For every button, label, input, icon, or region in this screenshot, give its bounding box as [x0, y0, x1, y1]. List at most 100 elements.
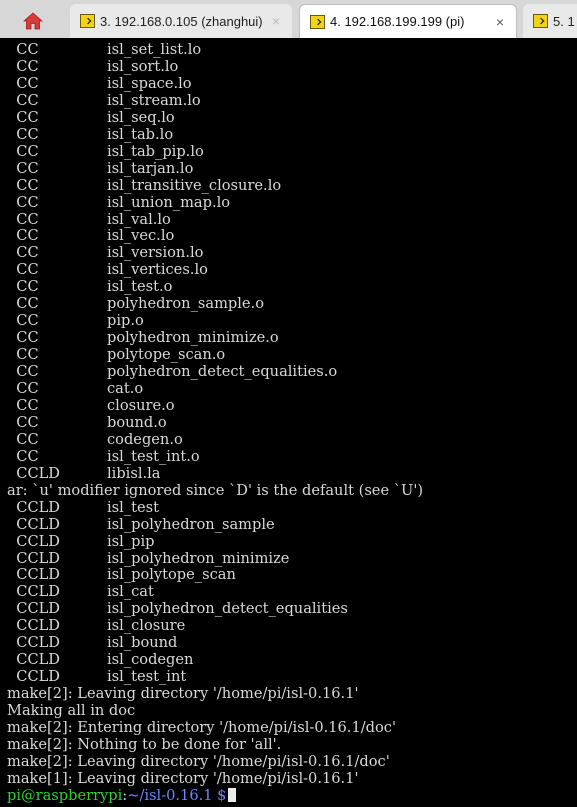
line-text: CC [7, 176, 39, 194]
line-filename: isl_polyhedron_detect_equalities [107, 600, 348, 618]
line-text: CCLD [7, 617, 61, 635]
home-tab[interactable] [4, 4, 62, 38]
line-filename: isl_test_int.o [107, 447, 200, 465]
line-text: CC [7, 295, 39, 313]
line-text: CCLD [7, 498, 61, 516]
line-filename: isl_seq.lo [107, 108, 175, 126]
line-text: CC [7, 312, 39, 330]
line-text: CC [7, 329, 39, 347]
line-filename: isl_polyhedron_sample [107, 515, 275, 533]
line-text: CCLD [7, 651, 61, 669]
line-text: CC [7, 380, 39, 397]
line-filename: isl_sort.lo [107, 57, 179, 75]
line-text: CCLD [7, 464, 61, 482]
line-text: CC [7, 125, 39, 143]
line-filename: isl_cat [107, 583, 154, 601]
line-filename: cat.o [107, 380, 144, 397]
line-text: CCLD [7, 532, 61, 550]
line-text: CC [7, 363, 39, 381]
line-filename: isl_vertices.lo [107, 261, 208, 279]
terminal-icon [310, 14, 325, 29]
line-filename: isl_codegen [107, 651, 194, 669]
tab-session-5[interactable]: 5. 1 [523, 4, 577, 38]
tab-label: 4. 192.168.199.199 (pi) [330, 14, 465, 29]
tab-label: 5. 1 [553, 13, 575, 29]
terminal-line: make[2]: Leaving directory '/home/pi/isl… [7, 753, 390, 770]
prompt-user: pi@raspberrypi [7, 786, 123, 804]
line-text: CC [7, 346, 39, 364]
line-text: CC [7, 159, 39, 177]
terminal-line: make[1]: Leaving directory '/home/pi/isl… [7, 770, 359, 787]
terminal-line: make[2]: Leaving directory '/home/pi/isl… [7, 685, 359, 702]
terminal-line: Making all in doc [7, 702, 135, 719]
line-filename: isl_polyhedron_minimize [107, 549, 290, 567]
line-text: ar: `u' modifier ignored since `D' is th… [7, 481, 424, 499]
line-filename: pip.o [107, 312, 144, 330]
line-text: Making all in doc [7, 702, 136, 720]
line-filename: isl_set_list.lo [107, 41, 202, 58]
line-text: CC [7, 413, 39, 431]
line-text: CC [7, 74, 39, 92]
line-text: CCLD [7, 515, 61, 533]
tab-session-3[interactable]: 3. 192.168.0.105 (zhanghui) × [70, 4, 292, 38]
line-filename: libisl.la [107, 464, 161, 482]
line-text: CC [7, 261, 39, 279]
line-text: CC [7, 142, 39, 160]
line-text: CC [7, 244, 39, 262]
terminal-icon [533, 14, 548, 28]
terminal-line: make[2]: Nothing to be done for 'all'. [7, 736, 281, 753]
line-text: CC [7, 447, 39, 465]
tab-session-4[interactable]: 4. 192.168.199.199 (pi) × [299, 4, 517, 38]
line-filename: isl_bound [107, 634, 178, 652]
close-icon[interactable]: × [272, 13, 280, 29]
line-text: make[2]: Leaving directory '/home/pi/isl… [7, 685, 359, 703]
line-text: CCLD [7, 600, 61, 618]
line-filename: isl_test.o [107, 278, 173, 296]
line-filename: polyhedron_detect_equalities.o [107, 363, 338, 381]
line-text: make[2]: Leaving directory '/home/pi/isl… [7, 752, 390, 770]
line-text: make[1]: Leaving directory '/home/pi/isl… [7, 769, 359, 787]
line-text: CCLD [7, 549, 61, 567]
line-filename: polyhedron_sample.o [107, 295, 264, 313]
line-text: CC [7, 108, 39, 126]
line-filename: isl_union_map.lo [107, 193, 231, 211]
prompt-path: ~/isl-0.16.1 $ [127, 786, 227, 804]
terminal-line: ar: `u' modifier ignored since `D' is th… [7, 482, 423, 499]
line-filename: closure.o [107, 396, 175, 414]
terminal-line: make[2]: Entering directory '/home/pi/is… [7, 719, 396, 736]
tab-bar: 3. 192.168.0.105 (zhanghui) × 4. 192.168… [0, 0, 577, 38]
line-filename: isl_tarjan.lo [107, 159, 194, 177]
line-filename: isl_stream.lo [107, 91, 201, 109]
line-filename: codegen.o [107, 430, 183, 448]
line-text: CC [7, 396, 39, 414]
line-filename: isl_test [107, 498, 159, 516]
line-filename: polytope_scan.o [107, 346, 226, 364]
line-filename: isl_polytope_scan [107, 566, 236, 584]
line-filename: isl_space.lo [107, 74, 192, 92]
line-text: make[2]: Nothing to be done for 'all'. [7, 735, 282, 753]
line-text: CC [7, 227, 39, 245]
tab-label: 3. 192.168.0.105 (zhanghui) [100, 13, 263, 29]
line-filename: polyhedron_minimize.o [107, 329, 279, 347]
line-filename: isl_tab.lo [107, 125, 174, 143]
line-filename: bound.o [107, 413, 167, 431]
line-text: CC [7, 210, 39, 228]
terminal-output[interactable]: CC isl_set_list.lo CC isl_sort.lo CC isl_sp… [0, 38, 577, 807]
line-filename: isl_test_int [107, 668, 187, 686]
line-text: CC [7, 278, 39, 296]
close-icon[interactable]: × [496, 14, 504, 30]
text-cursor [228, 787, 237, 802]
line-text: CCLD [7, 583, 61, 601]
home-icon [23, 12, 43, 30]
line-text: CC [7, 57, 39, 75]
line-text: CCLD [7, 634, 61, 652]
line-filename: isl_vec.lo [107, 227, 175, 245]
line-text: CCLD [7, 668, 61, 686]
line-filename: isl_closure [107, 617, 186, 635]
line-text: CC [7, 41, 39, 58]
line-filename: isl_pip [107, 532, 155, 550]
line-filename: isl_tab_pip.lo [107, 142, 204, 160]
shell-prompt[interactable]: pi@raspberrypi:~/isl-0.16.1 $ [7, 786, 237, 804]
line-filename: isl_transitive_closure.lo [107, 176, 282, 194]
line-text: CC [7, 430, 39, 448]
